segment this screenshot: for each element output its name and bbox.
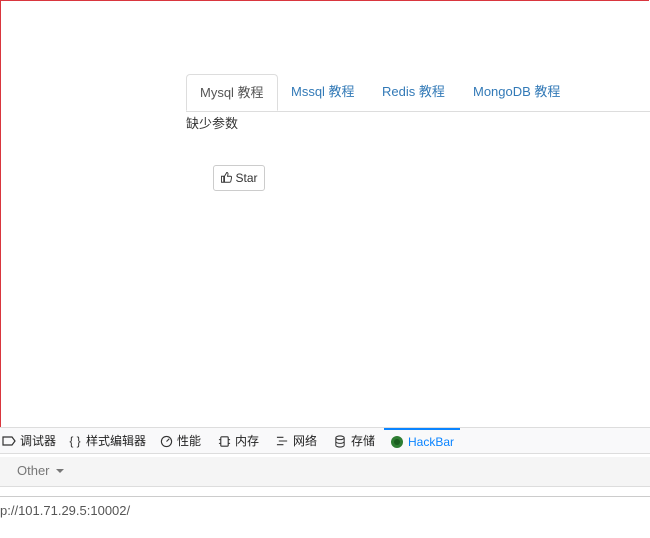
- star-button[interactable]: Star: [213, 165, 265, 191]
- devtools-tab-label: 网络: [293, 434, 318, 448]
- missing-param-message: 缺少参数: [186, 116, 239, 131]
- devtools-tab-style-editor[interactable]: { } 样式编辑器: [68, 428, 146, 454]
- devtools-tab-hackbar[interactable]: HackBar: [384, 428, 461, 454]
- devtools-panel: 调试器 { } 样式编辑器 性能 内存 网络 存储 HackBar Other: [0, 427, 650, 538]
- storage-icon: [333, 434, 347, 448]
- hackbar-menu-bar: Other: [0, 457, 650, 487]
- memory-icon: [217, 434, 231, 448]
- performance-icon: [159, 434, 173, 448]
- debugger-icon: [2, 434, 16, 448]
- devtools-tab-label: 性能: [177, 434, 202, 448]
- devtools-tab-performance[interactable]: 性能: [159, 428, 201, 454]
- tab-redis[interactable]: Redis 教程: [382, 74, 445, 110]
- star-button-label: Star: [235, 171, 258, 185]
- devtools-tab-storage[interactable]: 存储: [333, 428, 375, 454]
- devtools-toolbar: 调试器 { } 样式编辑器 性能 内存 网络 存储 HackBar: [0, 427, 650, 454]
- thumbs-up-icon: [220, 171, 233, 186]
- hackbar-other-menu[interactable]: Other: [17, 463, 64, 478]
- devtools-tab-label: HackBar: [408, 435, 455, 449]
- tab-mongodb[interactable]: MongoDB 教程: [473, 74, 560, 110]
- hackbar-url-field[interactable]: p://101.71.29.5:10002/: [0, 496, 650, 538]
- hackbar-url-value: p://101.71.29.5:10002/: [0, 503, 131, 518]
- tab-mssql[interactable]: Mssql 教程: [291, 74, 355, 110]
- chevron-down-icon: [55, 468, 64, 473]
- devtools-tab-label: 样式编辑器: [86, 434, 147, 448]
- braces-icon: { }: [69, 434, 81, 448]
- devtools-tab-label: 内存: [235, 434, 260, 448]
- tutorial-tabs: Mysql 教程 Mssql 教程 Redis 教程 MongoDB 教程: [186, 74, 650, 112]
- devtools-tab-label: 调试器: [20, 434, 57, 448]
- hackbar-icon: [390, 435, 404, 449]
- network-icon: [275, 434, 289, 448]
- devtools-tab-debugger[interactable]: 调试器: [2, 428, 56, 454]
- tab-mysql[interactable]: Mysql 教程: [186, 74, 278, 111]
- other-menu-label: Other: [17, 463, 50, 478]
- devtools-tab-memory[interactable]: 内存: [217, 428, 259, 454]
- devtools-tab-label: 存储: [351, 434, 376, 448]
- devtools-tab-network[interactable]: 网络: [275, 428, 317, 454]
